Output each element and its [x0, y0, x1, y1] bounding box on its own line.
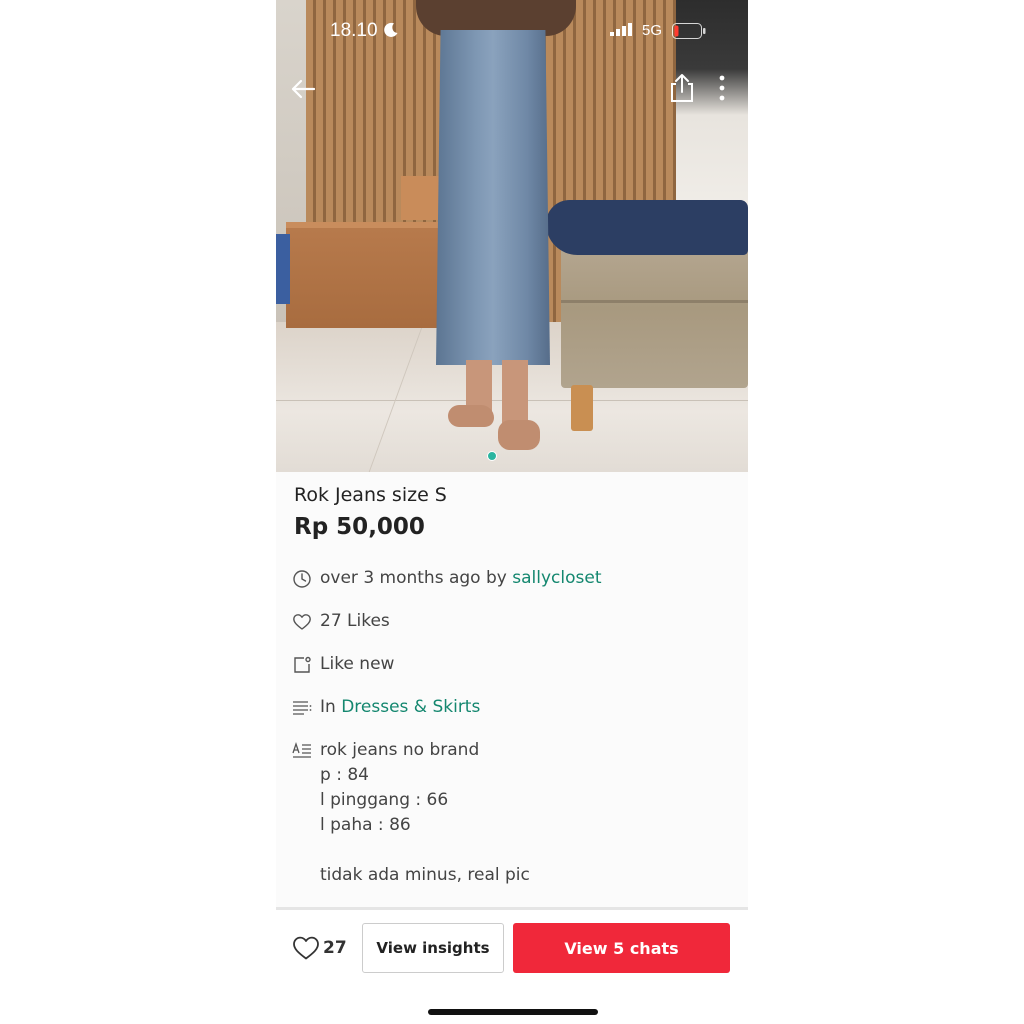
condition-text: Like new	[320, 654, 395, 674]
photo-foot	[498, 420, 540, 450]
arrow-left-icon[interactable]	[288, 74, 318, 104]
listing-price: Rp 50,000	[294, 514, 425, 540]
likes-row: 27 Likes	[292, 611, 390, 634]
bottom-action-bar: 27 View insights View 5 chats	[276, 910, 748, 1024]
photo-cabinet	[286, 222, 456, 328]
signal-icon	[610, 23, 632, 36]
list-icon	[293, 701, 312, 715]
photo-denim-skirt	[436, 30, 550, 365]
photo-box	[401, 176, 441, 220]
share-icon[interactable]	[668, 72, 696, 104]
photo-foot	[448, 405, 494, 427]
likes-link[interactable]: 27 Likes	[320, 609, 390, 634]
heart-icon	[293, 614, 311, 630]
battery-low-icon	[672, 23, 706, 39]
network-type: 5G	[642, 22, 663, 39]
home-indicator[interactable]	[428, 1009, 598, 1015]
moon-icon	[384, 22, 398, 37]
photo-ottoman-seam	[561, 300, 748, 303]
listing-description: rok jeans no brand p : 84 l pinggang : 6…	[320, 740, 530, 885]
text-icon	[292, 741, 311, 758]
view-chats-button[interactable]: View 5 chats	[513, 923, 730, 973]
posted-text: over 3 months ago by	[320, 568, 507, 588]
listing-title: Rok Jeans size S	[294, 484, 447, 506]
tag-icon	[294, 656, 311, 673]
status-time: 18.10	[330, 20, 378, 41]
like-button[interactable]: 27	[292, 935, 347, 961]
description-row: rok jeans no brand p : 84 l pinggang : 6…	[292, 740, 530, 888]
photo-blue-object	[276, 234, 290, 304]
category-row: In Dresses & Skirts	[292, 697, 480, 720]
product-photo[interactable]: 18.10 5G	[276, 0, 748, 472]
posted-row: over 3 months ago by sallycloset	[292, 568, 601, 591]
more-vertical-icon[interactable]	[712, 72, 732, 104]
photo-ottoman-leg	[571, 385, 593, 431]
clock-icon	[293, 570, 311, 588]
category-prefix: In	[320, 697, 336, 717]
condition-row: Like new	[292, 654, 394, 677]
heart-icon	[293, 936, 319, 960]
view-insights-button[interactable]: View insights	[362, 923, 504, 973]
category-link[interactable]: Dresses & Skirts	[341, 697, 480, 717]
like-count: 27	[323, 938, 347, 958]
gallery-page-dot[interactable]	[487, 451, 497, 461]
photo-denim-pile	[546, 200, 748, 255]
listing-screen: 18.10 5G Rok Jeans size S Rp 50,000 over…	[276, 0, 748, 1024]
seller-link[interactable]: sallycloset	[512, 568, 601, 588]
